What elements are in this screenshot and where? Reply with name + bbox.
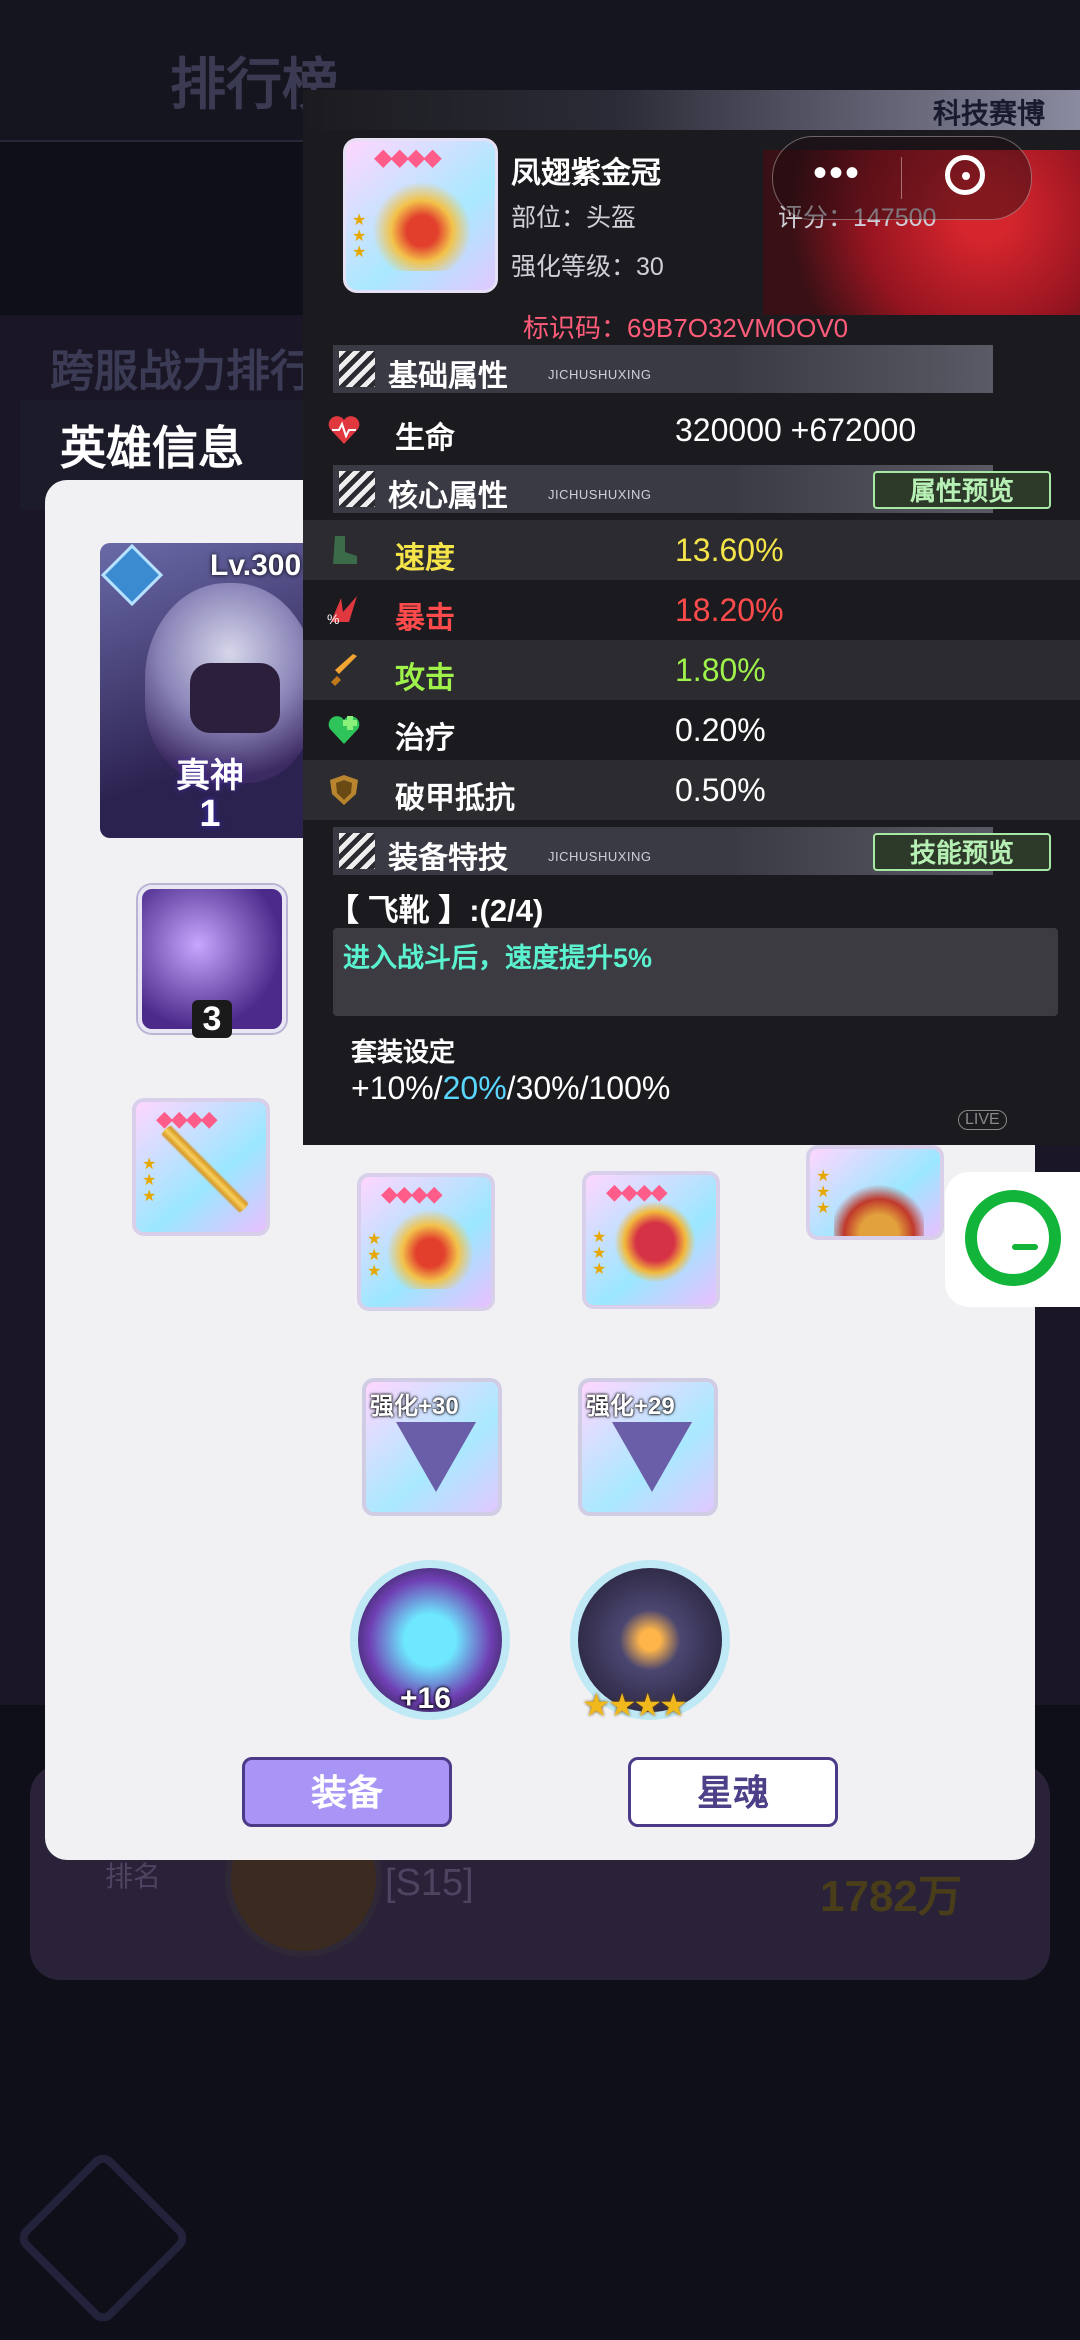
- stat-row-armor-pen-resist: 破甲抵抗 0.50%: [303, 760, 1080, 820]
- section-subtitle: JICHUSHUXING: [548, 849, 652, 864]
- equip-stars-icon: ★ ★ ★: [367, 1231, 382, 1280]
- stat-value: 320000 +672000: [675, 412, 917, 448]
- equip-stars-icon: ★ ★ ★: [816, 1168, 831, 1217]
- item-level: 强化等级：30: [511, 253, 664, 281]
- artifact-level: +16: [400, 1682, 451, 1715]
- equip-slot-armor[interactable]: ◆◆◆◆ ★ ★ ★: [582, 1171, 720, 1309]
- item-name: 凤翅紫金冠: [511, 157, 661, 190]
- heart-icon: [327, 414, 361, 446]
- heal-icon: [327, 714, 361, 746]
- stat-name: 速度: [395, 542, 455, 575]
- set-tier-text: +10%/: [351, 1070, 443, 1106]
- set-effect-text: 进入战斗后，速度提升5%: [343, 943, 653, 973]
- equip-stars-icon: ★ ★ ★: [352, 212, 367, 261]
- boot-icon: [327, 534, 361, 566]
- equip-stars-icon: ★ ★ ★: [592, 1229, 607, 1278]
- equip-slot-boots[interactable]: ★ ★ ★: [806, 1145, 944, 1240]
- stat-value: 0.20%: [675, 712, 766, 748]
- rune-triangle-icon: [612, 1422, 692, 1492]
- set-tier-text: /30%/100%: [506, 1070, 671, 1106]
- quality-diamonds-icon: ◆◆◆◆: [374, 144, 442, 171]
- boots-icon: [834, 1171, 924, 1236]
- bg-rank-power: 1782万: [820, 1872, 962, 1921]
- item-slot: 部位：头盔: [511, 204, 637, 232]
- set-name: 【 飞靴 】:(2/4): [328, 893, 544, 928]
- element-gem-icon: [100, 543, 164, 607]
- chat-bubble-icon: [965, 1190, 1061, 1286]
- section-title: 装备特技: [388, 842, 508, 875]
- more-icon[interactable]: •••: [813, 153, 861, 193]
- miniprogram-capsule: •••: [772, 136, 1032, 220]
- bg-rank-tag: 排名: [105, 1861, 162, 1892]
- hero-level: Lv.300: [210, 549, 302, 582]
- shield-icon: [327, 774, 361, 806]
- skill-preview-button[interactable]: 技能预览: [873, 833, 1051, 871]
- set-config-label: 套装设定: [351, 1037, 456, 1067]
- artifact-stars: ★★★★: [582, 1687, 688, 1723]
- bg-rank-server: [S15]: [385, 1862, 474, 1904]
- stripe-icon: [339, 833, 375, 869]
- crown-icon: [374, 171, 470, 271]
- stat-row-crit: % 暴击 18.20%: [303, 580, 1080, 640]
- section-base-attrs: 基础属性 JICHUSHUXING: [333, 345, 993, 393]
- stat-row-speed: 速度 13.60%: [303, 520, 1080, 580]
- rune-slot-1[interactable]: 强化+30: [362, 1378, 502, 1516]
- quality-diamonds-icon: ◆◆◆◆: [156, 1106, 218, 1131]
- chat-line-icon: [1012, 1244, 1038, 1250]
- hero-rank-text: 真神: [176, 757, 244, 795]
- item-code: 标识码：69B7O32VMOOV0: [523, 313, 849, 343]
- stripe-icon: [339, 471, 375, 507]
- detail-brand: 科技赛博: [933, 98, 1046, 129]
- close-dot: [962, 172, 970, 180]
- stat-row-atk: 攻击 1.80%: [303, 640, 1080, 700]
- stat-name: 攻击: [395, 662, 455, 695]
- capsule-divider: [901, 157, 902, 199]
- rune-triangle-icon: [396, 1422, 476, 1492]
- quality-diamonds-icon: ◆◆◆◆: [606, 1179, 668, 1204]
- live-badge: LIVE: [958, 1110, 1007, 1130]
- attr-preview-button[interactable]: 属性预览: [873, 471, 1051, 509]
- stat-name: 暴击: [395, 602, 455, 635]
- stat-name: 破甲抵抗: [395, 782, 515, 815]
- section-title: 核心属性: [388, 480, 508, 513]
- stat-row-hp: 生命 320000 +672000: [303, 400, 1080, 460]
- rune-level-label: 强化+30: [370, 1393, 459, 1420]
- equip-stars-icon: ★ ★ ★: [142, 1156, 157, 1205]
- set-tiers: +10%/20%/30%/100%: [351, 1070, 670, 1107]
- bg-subtitle: 跨服战力排行: [50, 347, 314, 396]
- equip-slot-helmet[interactable]: ◆◆◆◆ ★ ★ ★: [357, 1173, 495, 1311]
- svg-text:%: %: [327, 611, 339, 626]
- tab-star-soul-button[interactable]: 星魂: [628, 1757, 838, 1827]
- floating-chat-button[interactable]: [945, 1172, 1080, 1307]
- hero-portrait[interactable]: Lv.300 真神 1: [100, 543, 320, 838]
- equipment-detail-popup: 科技赛博 ◆◆◆◆ ★ ★ ★ 凤翅紫金冠 部位：头盔 评分：147500 强化等级…: [303, 90, 1080, 1145]
- section-subtitle: JICHUSHUXING: [548, 487, 652, 502]
- stripe-icon: [339, 351, 375, 387]
- crown-icon: [385, 1199, 475, 1289]
- tab-equip-button[interactable]: 装备: [242, 1757, 452, 1827]
- rune-slot-2[interactable]: 强化+29: [578, 1378, 718, 1516]
- quality-diamonds-icon: ◆◆◆◆: [381, 1181, 443, 1206]
- hero-mask-image: [190, 663, 280, 733]
- set-tier-active: 20%: [442, 1070, 507, 1106]
- stat-name: 生命: [395, 422, 455, 455]
- detail-item-icon: ◆◆◆◆ ★ ★ ★: [343, 138, 498, 293]
- staff-icon: [160, 1124, 250, 1214]
- stat-value: 0.50%: [675, 772, 766, 808]
- rune-level-label: 强化+29: [586, 1393, 675, 1420]
- section-title: 基础属性: [388, 360, 508, 393]
- stat-value: 18.20%: [675, 592, 784, 628]
- stat-value: 1.80%: [675, 652, 766, 688]
- stat-name: 治疗: [395, 722, 455, 755]
- stat-row-heal: 治疗 0.20%: [303, 700, 1080, 760]
- hero-star-count: 1: [199, 793, 221, 835]
- crit-icon: %: [327, 594, 361, 627]
- sword-icon: [327, 654, 361, 686]
- stat-value: 13.60%: [675, 532, 784, 568]
- section-subtitle: JICHUSHUXING: [548, 367, 652, 382]
- skill-count-badge: 3: [192, 1000, 232, 1038]
- equip-slot-weapon[interactable]: ◆◆◆◆ ★ ★ ★: [132, 1098, 270, 1236]
- close-target-icon[interactable]: [945, 155, 985, 195]
- armor-icon: [610, 1197, 700, 1287]
